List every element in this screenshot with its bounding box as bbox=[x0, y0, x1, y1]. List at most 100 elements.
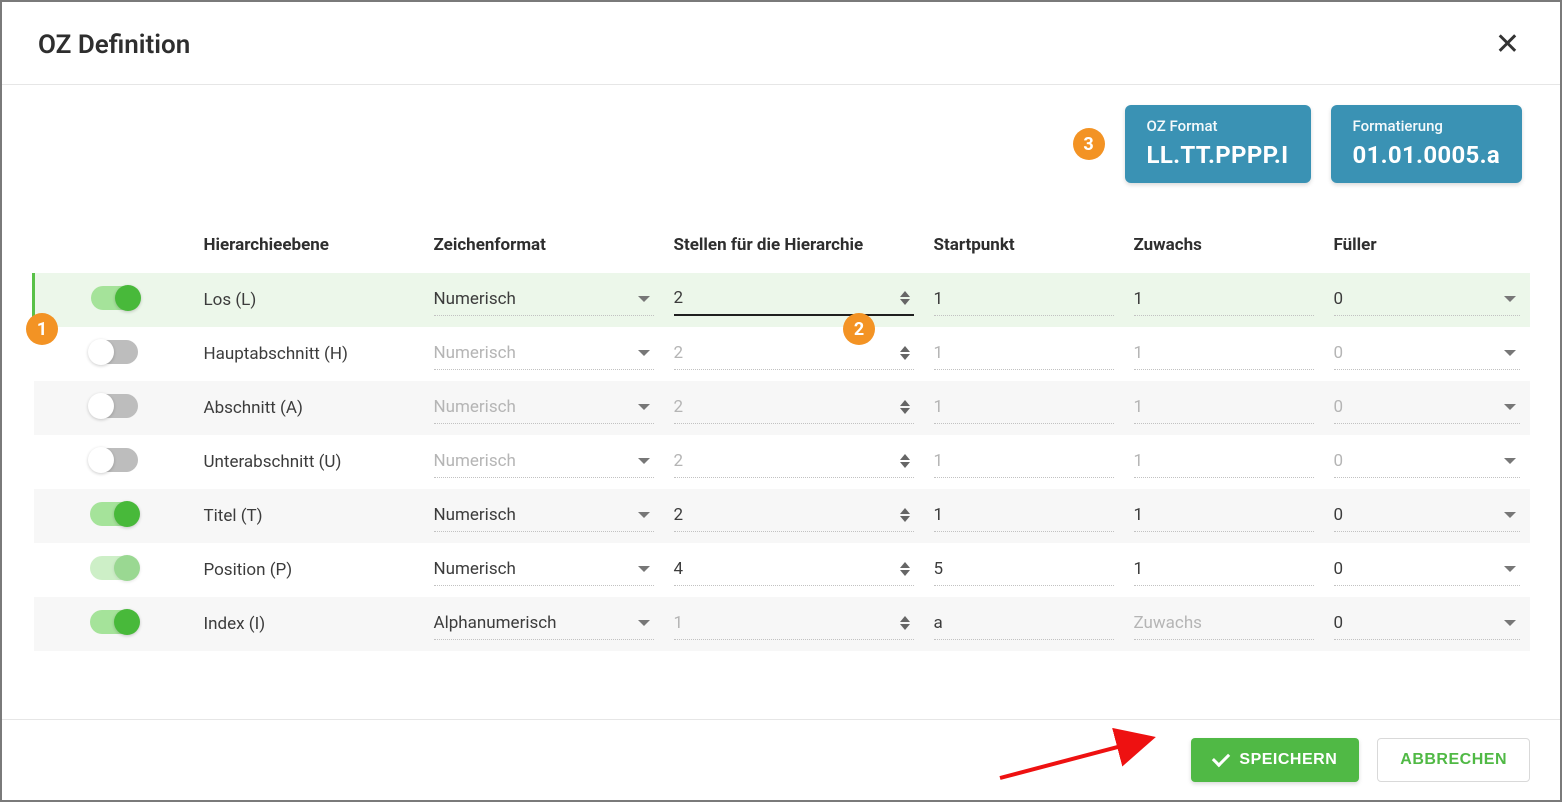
formatting-card: Formatierung 01.01.0005.a bbox=[1331, 105, 1522, 183]
row-toggle[interactable] bbox=[90, 556, 138, 580]
info-row: 3 OZ Format LL.TT.PPPP.I Formatierung 01… bbox=[32, 105, 1530, 183]
start-input: 1 bbox=[934, 447, 1114, 478]
chevron-down-icon bbox=[1504, 458, 1516, 464]
start-input: 1 bbox=[934, 393, 1114, 424]
fueller-select: 0 bbox=[1334, 339, 1521, 370]
annotation-badge-2: 2 bbox=[843, 313, 875, 345]
spinner-icon bbox=[900, 562, 910, 576]
modal-footer: SPEICHERN ABBRECHEN bbox=[2, 719, 1560, 800]
col-header-format: Zeichenformat bbox=[424, 223, 664, 273]
row-toggle[interactable] bbox=[91, 286, 139, 310]
table-row: Index (I) Alphanumerisch 1a Zuwachs 0 bbox=[34, 597, 1531, 651]
chevron-down-icon bbox=[1504, 404, 1516, 410]
stellen-input: 1 bbox=[674, 609, 914, 640]
start-input[interactable]: 1 bbox=[934, 501, 1114, 532]
chevron-down-icon bbox=[1504, 512, 1516, 518]
format-select[interactable]: Numerisch bbox=[434, 285, 654, 316]
zuwachs-input[interactable]: 1 bbox=[1134, 285, 1314, 316]
table-row: Unterabschnitt (U)Numerisch2110 bbox=[34, 435, 1531, 489]
cancel-button-label: ABBRECHEN bbox=[1400, 751, 1507, 769]
col-header-zuwachs: Zuwachs bbox=[1124, 223, 1324, 273]
check-icon bbox=[1212, 749, 1230, 767]
row-name: Unterabschnitt (U) bbox=[194, 435, 424, 489]
close-icon[interactable]: ✕ bbox=[1491, 26, 1524, 64]
start-input[interactable]: a bbox=[934, 609, 1114, 640]
table-row: Position (P) Numerisch 4510 bbox=[34, 543, 1531, 597]
spinner-icon bbox=[900, 616, 910, 630]
row-toggle[interactable] bbox=[90, 448, 138, 472]
table-row: Titel (T)Numerisch2110 bbox=[34, 489, 1531, 543]
row-name: Titel (T) bbox=[194, 489, 424, 543]
row-name: Hauptabschnitt (H) bbox=[194, 327, 424, 381]
stellen-input[interactable]: 2 bbox=[674, 501, 914, 532]
row-toggle[interactable] bbox=[90, 502, 138, 526]
fueller-select[interactable]: 0 bbox=[1334, 501, 1521, 532]
spinner-icon bbox=[900, 400, 910, 414]
zuwachs-input[interactable]: 1 bbox=[1134, 501, 1314, 532]
chevron-down-icon bbox=[638, 458, 650, 464]
row-name: Los (L) bbox=[194, 273, 424, 327]
start-input[interactable]: 1 bbox=[934, 285, 1114, 316]
format-select: Numerisch bbox=[434, 447, 654, 478]
stellen-input: 2 bbox=[674, 393, 914, 424]
zuwachs-input: Zuwachs bbox=[1134, 609, 1314, 640]
table-row: Abschnitt (A)Numerisch2110 bbox=[34, 381, 1531, 435]
start-input: 1 bbox=[934, 339, 1114, 370]
fueller-select[interactable]: 0 bbox=[1334, 609, 1521, 640]
stellen-input: 2 bbox=[674, 447, 914, 478]
chevron-down-icon bbox=[1504, 296, 1516, 302]
chevron-down-icon bbox=[638, 350, 650, 356]
chevron-down-icon bbox=[1504, 350, 1516, 356]
hierarchy-table: Hierarchieebene Zeichenformat Stellen fü… bbox=[32, 223, 1530, 651]
col-header-hierarchie: Hierarchieebene bbox=[194, 223, 424, 273]
row-toggle[interactable] bbox=[90, 394, 138, 418]
table-row: Los (L)Numerisch2110 bbox=[34, 273, 1531, 327]
row-name: Index (I) bbox=[194, 597, 424, 651]
oz-definition-modal: OZ Definition ✕ 3 OZ Format LL.TT.PPPP.I… bbox=[0, 0, 1562, 802]
row-name: Abschnitt (A) bbox=[194, 381, 424, 435]
modal-title: OZ Definition bbox=[38, 30, 190, 60]
formatting-label: Formatierung bbox=[1353, 117, 1500, 135]
modal-body: 3 OZ Format LL.TT.PPPP.I Formatierung 01… bbox=[2, 85, 1560, 719]
format-select[interactable]: Numerisch bbox=[434, 501, 654, 532]
annotation-arrow bbox=[992, 726, 1172, 786]
format-select: Numerisch bbox=[434, 393, 654, 424]
spinner-icon bbox=[900, 346, 910, 360]
modal-header: OZ Definition ✕ bbox=[2, 2, 1560, 85]
chevron-down-icon bbox=[638, 620, 650, 626]
save-button-label: SPEICHERN bbox=[1239, 751, 1337, 769]
stellen-input: 2 bbox=[674, 339, 914, 370]
format-select[interactable]: Alphanumerisch bbox=[434, 609, 654, 640]
chevron-down-icon bbox=[638, 566, 650, 572]
zuwachs-input: 1 bbox=[1134, 339, 1314, 370]
chevron-down-icon bbox=[1504, 566, 1516, 572]
fueller-select: 0 bbox=[1334, 393, 1521, 424]
spinner-icon bbox=[900, 454, 910, 468]
chevron-down-icon bbox=[1504, 620, 1516, 626]
cancel-button[interactable]: ABBRECHEN bbox=[1377, 738, 1530, 782]
start-input[interactable]: 5 bbox=[934, 555, 1114, 586]
oz-format-label: OZ Format bbox=[1147, 117, 1289, 135]
stellen-input[interactable]: 2 bbox=[674, 284, 914, 316]
spinner-icon bbox=[900, 508, 910, 522]
chevron-down-icon bbox=[638, 512, 650, 518]
chevron-down-icon bbox=[638, 404, 650, 410]
annotation-badge-3: 3 bbox=[1073, 128, 1105, 160]
format-select: Numerisch bbox=[434, 339, 654, 370]
zuwachs-input: 1 bbox=[1134, 447, 1314, 478]
chevron-down-icon bbox=[638, 296, 650, 302]
format-select[interactable]: Numerisch bbox=[434, 555, 654, 586]
row-toggle[interactable] bbox=[90, 610, 138, 634]
col-header-stellen: Stellen für die Hierarchie bbox=[664, 223, 924, 273]
save-button[interactable]: SPEICHERN bbox=[1191, 738, 1359, 782]
fueller-select[interactable]: 0 bbox=[1334, 555, 1521, 586]
stellen-input[interactable]: 4 bbox=[674, 555, 914, 586]
row-name: Position (P) bbox=[194, 543, 424, 597]
formatting-value: 01.01.0005.a bbox=[1353, 141, 1500, 169]
annotation-badge-1: 1 bbox=[26, 313, 58, 345]
row-toggle[interactable] bbox=[90, 340, 138, 364]
fueller-select[interactable]: 0 bbox=[1334, 285, 1521, 316]
spinner-icon bbox=[900, 291, 910, 305]
col-header-start: Startpunkt bbox=[924, 223, 1124, 273]
zuwachs-input[interactable]: 1 bbox=[1134, 555, 1314, 586]
